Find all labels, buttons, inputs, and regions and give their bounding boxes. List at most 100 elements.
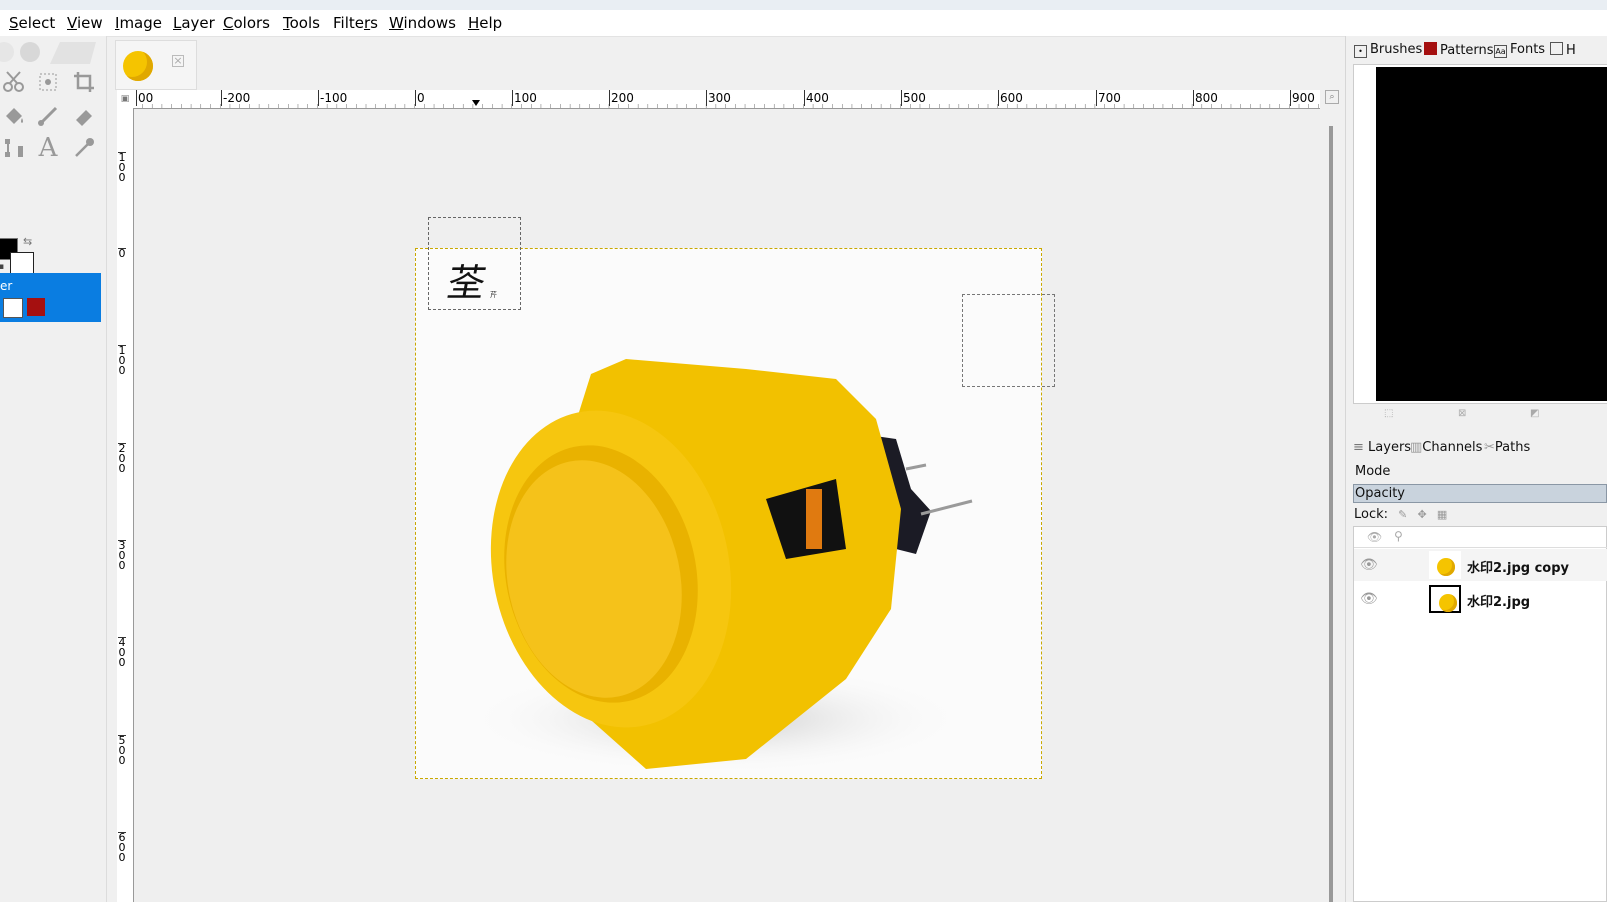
ruler-label: 4 0 0 — [118, 636, 126, 669]
menu-colors[interactable]: Colors — [223, 14, 270, 32]
close-tab-icon[interactable]: × — [172, 55, 184, 67]
bucket-fill-icon[interactable] — [0, 102, 28, 130]
ruler-label: 1 0 0 — [118, 344, 126, 377]
ruler-label: 1 0 0 — [118, 151, 126, 184]
quick-mask-toggle[interactable]: ▣ — [117, 90, 133, 108]
color-picker-icon[interactable] — [70, 134, 98, 162]
menu-select[interactable]: Select — [9, 14, 55, 32]
zoom-navigate-icon[interactable]: ⌕ — [1325, 90, 1339, 104]
ruler-label: 700 — [1096, 90, 1121, 106]
arcade-button-image — [466, 359, 973, 774]
ruler-label: 500 — [901, 90, 926, 106]
tab-fonts[interactable]: Aa Fonts — [1494, 42, 1545, 58]
delete-brush-icon[interactable]: ⊠ — [1458, 408, 1466, 419]
ruler-label: 2 0 0 — [118, 442, 126, 475]
visibility-eye-icon[interactable]: 👁 — [1360, 557, 1378, 573]
ruler-label: 800 — [1193, 90, 1218, 106]
brush-icon: • — [1354, 45, 1367, 58]
menu-filters[interactable]: Filters — [333, 14, 378, 32]
watermark-small-glyph: 芹 — [490, 291, 497, 299]
ruler-label: 300 — [706, 90, 731, 106]
layers-list-header: 👁 ⚲ — [1354, 527, 1607, 548]
channels-icon: ▥ — [1410, 440, 1423, 455]
lock-alpha-icon[interactable]: ▦ — [1437, 508, 1447, 521]
chain-header-icon: ⚲ — [1394, 529, 1403, 543]
layer-thumbnail — [1429, 551, 1461, 579]
brush-mini-icon — [3, 298, 23, 318]
tab-channels[interactable]: ▥Channels — [1410, 440, 1482, 455]
tab-label: Patterns — [1440, 43, 1494, 58]
brush-preview-swatch — [1376, 67, 1607, 401]
menu-image[interactable]: Image — [115, 14, 162, 32]
edit-brush-icon[interactable]: ◩ — [1530, 408, 1539, 419]
menu-help[interactable]: Help — [468, 14, 502, 32]
tab-patterns[interactable]: Patterns — [1424, 42, 1494, 58]
tab-label: Paths — [1494, 440, 1531, 455]
tab-label: Brushes — [1370, 42, 1423, 57]
ruler-label: -200 — [221, 90, 251, 106]
ruler-label: 100 — [512, 90, 537, 106]
toolbox: A ⇆ ▪ ◂ er — [0, 36, 107, 902]
lock-position-icon[interactable]: ✥ — [1418, 508, 1427, 521]
layer-row[interactable]: 👁 水印2.jpg copy — [1354, 549, 1607, 581]
warp-transform-icon[interactable] — [0, 134, 28, 162]
layer-mode-label[interactable]: Mode — [1355, 464, 1390, 479]
visibility-header-icon: 👁 — [1367, 530, 1383, 544]
brush-preview[interactable] — [1353, 64, 1607, 404]
opacity-slider[interactable]: Opacity — [1353, 484, 1607, 503]
ruler-label: 0 — [118, 247, 126, 260]
ruler-label: 00 — [136, 90, 154, 106]
layer-name: 水印2.jpg — [1467, 595, 1531, 610]
lock-pixels-icon[interactable]: ✎ — [1398, 508, 1407, 521]
layer-name: 水印2.jpg copy — [1467, 561, 1569, 576]
crop-icon[interactable] — [70, 68, 98, 96]
tab-label: Fonts — [1510, 42, 1546, 57]
pattern-icon — [1424, 42, 1437, 55]
floating-selection-bounds[interactable] — [962, 294, 1055, 387]
menu-windows[interactable]: Windows — [389, 14, 456, 32]
font-icon: Aa — [1494, 45, 1507, 58]
scissors-select-icon[interactable] — [0, 68, 28, 96]
layer-row[interactable]: 👁 水印2.jpg — [1354, 583, 1607, 615]
swap-colors-icon[interactable]: ⇆ — [23, 235, 32, 248]
eraser-icon[interactable] — [70, 102, 98, 130]
lock-row: Lock: ✎ ✥ ▦ — [1354, 507, 1447, 522]
menubar: Select View Image Layer Colors Tools Fil… — [0, 10, 1607, 37]
ruler-label: 900 — [1290, 90, 1315, 106]
ruler-label: 3 0 0 — [118, 539, 126, 572]
layers-list[interactable]: 👁 ⚲ 👁 水印2.jpg copy 👁 水印2.jpg — [1353, 526, 1607, 902]
opacity-label: Opacity — [1355, 486, 1406, 501]
tab-document-history[interactable]: H — [1550, 42, 1576, 58]
title-strip — [0, 0, 1607, 10]
menu-tools[interactable]: Tools — [283, 14, 320, 32]
reset-colors-icon[interactable]: ▪ — [0, 262, 4, 272]
tab-label: H — [1566, 43, 1576, 58]
tool-options-selected-row[interactable]: er — [0, 273, 101, 322]
pointer-position-marker — [472, 100, 480, 106]
document-history-icon — [1550, 42, 1563, 55]
menu-layer[interactable]: Layer — [173, 14, 215, 32]
menu-view[interactable]: View — [67, 14, 103, 32]
tab-layers[interactable]: ≡ Layers — [1353, 440, 1411, 455]
text-icon[interactable]: A — [34, 133, 62, 163]
wilber-logo — [0, 38, 96, 64]
paintbrush-icon[interactable] — [34, 102, 62, 130]
visibility-eye-icon[interactable]: 👁 — [1360, 591, 1378, 607]
new-brush-icon[interactable]: ⬚ — [1384, 408, 1393, 419]
tab-brushes[interactable]: • Brushes — [1354, 42, 1422, 58]
ruler-label: -100 — [318, 90, 348, 106]
ruler-label: 5 0 0 — [118, 734, 126, 767]
image-tab[interactable]: × — [115, 40, 197, 90]
tab-label: Channels — [1422, 440, 1483, 455]
tab-paths[interactable]: ✂Paths — [1484, 440, 1530, 455]
layers-icon: ≡ — [1353, 440, 1364, 455]
lock-label: Lock: — [1354, 507, 1389, 522]
ruler-label: 0 — [415, 90, 425, 106]
ruler-label: 200 — [609, 90, 634, 106]
image-layer[interactable] — [415, 248, 1042, 779]
vertical-scrollbar[interactable] — [1329, 126, 1333, 902]
pattern-mini-icon — [27, 298, 45, 316]
image-thumbnail-icon — [123, 51, 153, 81]
fuzzy-select-icon[interactable] — [34, 68, 62, 96]
vertical-ruler — [117, 108, 134, 902]
